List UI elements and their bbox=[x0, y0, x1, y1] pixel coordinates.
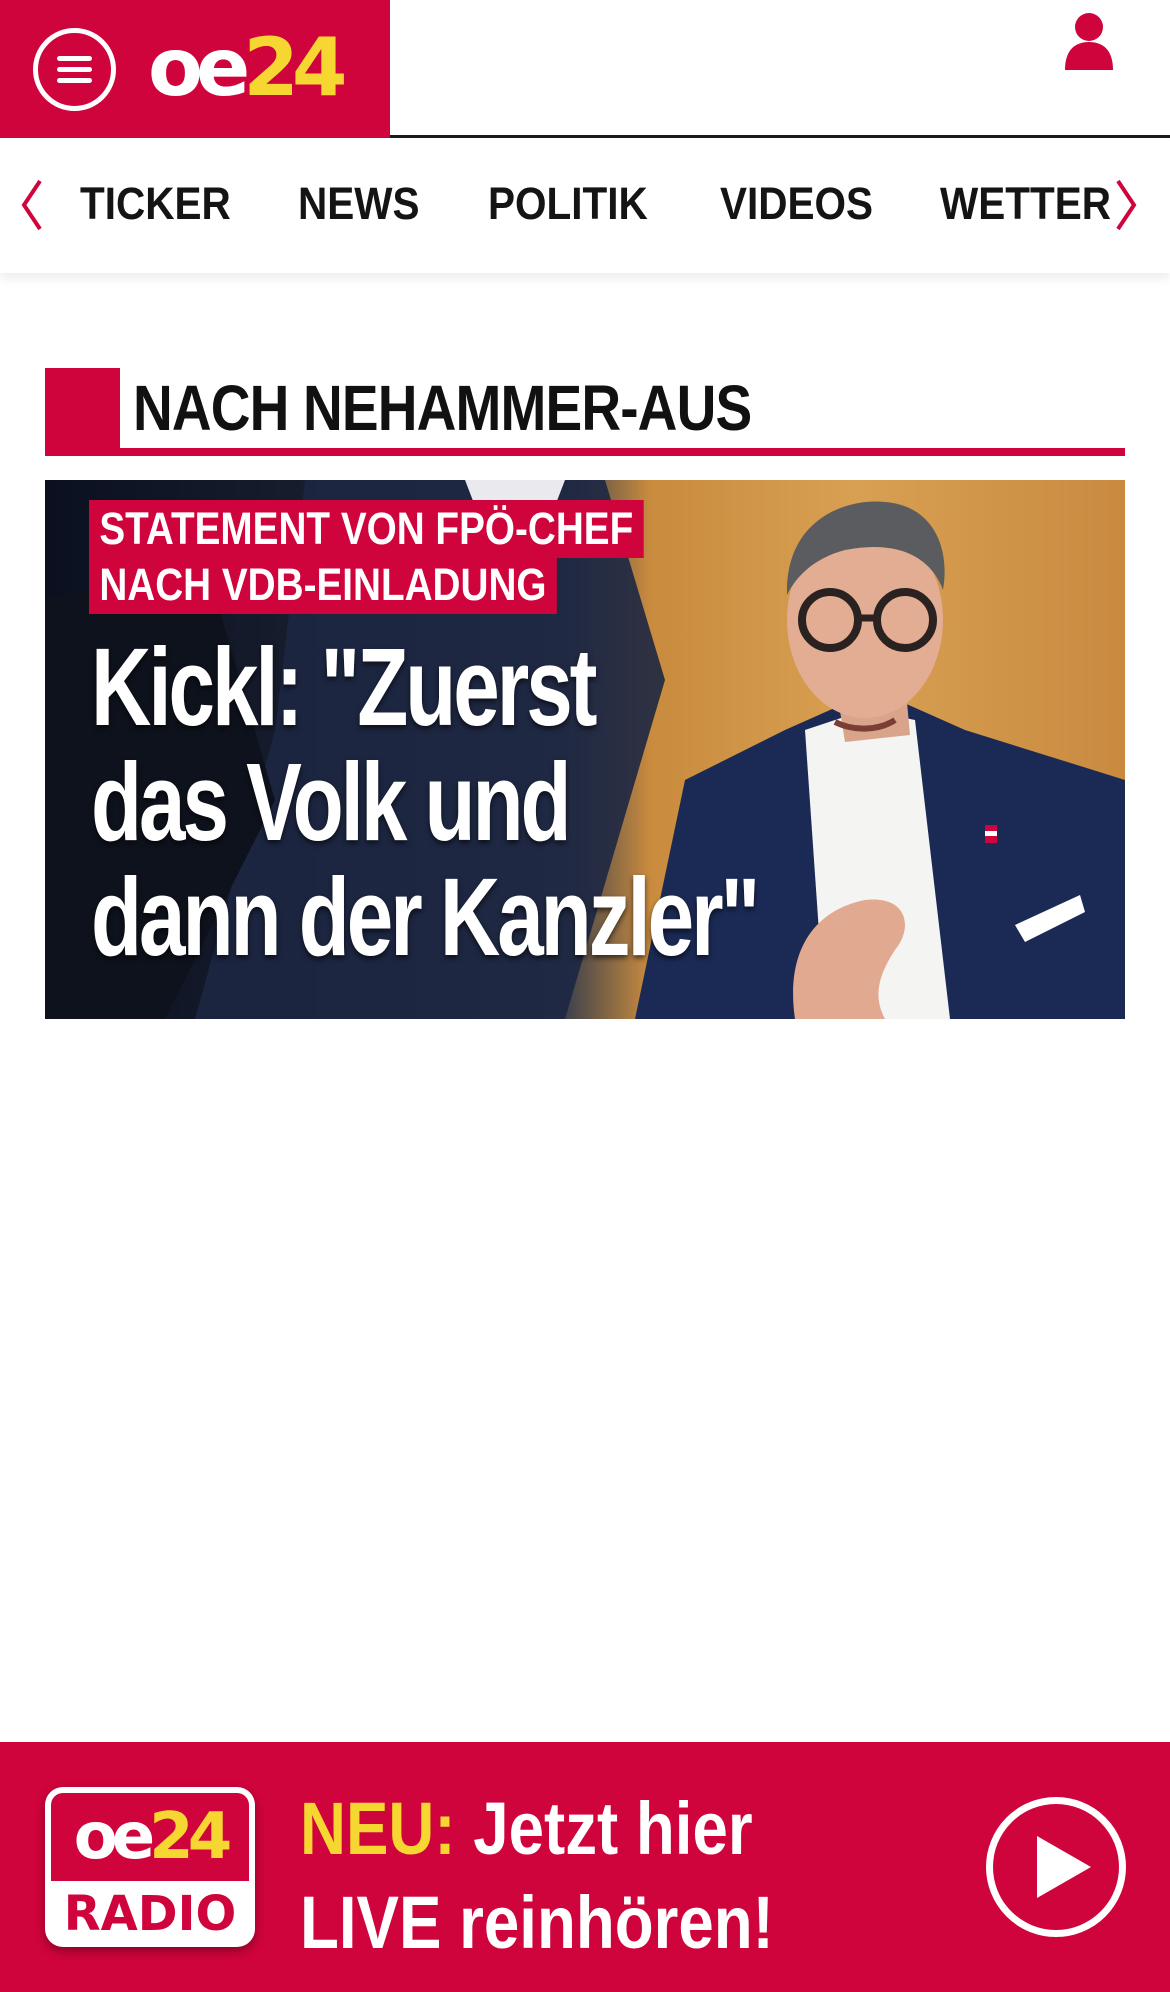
teaser-headline-line: dann der Kanzler" bbox=[91, 856, 760, 979]
radio-line1: Jetzt hier bbox=[455, 1787, 753, 1870]
oe24-logo[interactable]: oe24 bbox=[148, 18, 348, 118]
nav-item-videos[interactable]: VIDEOS bbox=[720, 171, 873, 237]
section-title[interactable]: NACH NEHAMMER-AUS bbox=[133, 370, 752, 446]
hamburger-menu-icon[interactable] bbox=[33, 28, 116, 111]
nav-item-news[interactable]: NEWS bbox=[298, 171, 420, 237]
section-heading: NACH NEHAMMER-AUS bbox=[45, 368, 1125, 456]
teaser-headline-line: Kickl: "Zuerst bbox=[91, 626, 597, 749]
teaser-article[interactable]: STATEMENT VON FPÖ-CHEF NACH VDB-EINLADUN… bbox=[45, 480, 1125, 1019]
chevron-right-icon[interactable] bbox=[1112, 175, 1142, 235]
nav-item-wetter[interactable]: WETTER bbox=[940, 171, 1111, 237]
teaser-headline-line: das Volk und bbox=[91, 741, 572, 864]
radio-logo-label: RADIO bbox=[63, 1886, 237, 1942]
radio-promo-text: NEU: Jetzt hier LIVE reinhören! bbox=[300, 1782, 774, 1970]
teaser-kicker: NACH VDB-EINLADUNG bbox=[89, 556, 557, 614]
brand-block: oe24 bbox=[0, 0, 390, 138]
oe24-radio-logo: oe24 RADIO bbox=[45, 1787, 255, 1947]
section-marker bbox=[45, 368, 120, 456]
play-icon[interactable] bbox=[986, 1797, 1126, 1937]
category-nav: TICKER NEWS POLITIK VIDEOS WETTER bbox=[0, 141, 1170, 273]
nav-item-politik[interactable]: POLITIK bbox=[488, 171, 648, 237]
radio-neu-label: NEU: bbox=[300, 1787, 456, 1870]
radio-line2: LIVE reinhören! bbox=[300, 1881, 774, 1964]
radio-banner[interactable]: oe24 RADIO NEU: Jetzt hier LIVE reinhöre… bbox=[0, 1742, 1170, 1992]
chevron-left-icon[interactable] bbox=[16, 175, 46, 235]
user-icon[interactable] bbox=[1063, 12, 1115, 70]
nav-item-ticker[interactable]: TICKER bbox=[80, 171, 231, 237]
teaser-kicker: STATEMENT VON FPÖ-CHEF bbox=[89, 500, 644, 558]
site-header: oe24 bbox=[0, 0, 1170, 138]
teaser-headline[interactable]: Kickl: "Zuerst das Volk und dann der Kan… bbox=[91, 626, 760, 979]
section-underline bbox=[45, 448, 1125, 456]
radio-logo-wordmark: oe24 bbox=[51, 1793, 249, 1881]
